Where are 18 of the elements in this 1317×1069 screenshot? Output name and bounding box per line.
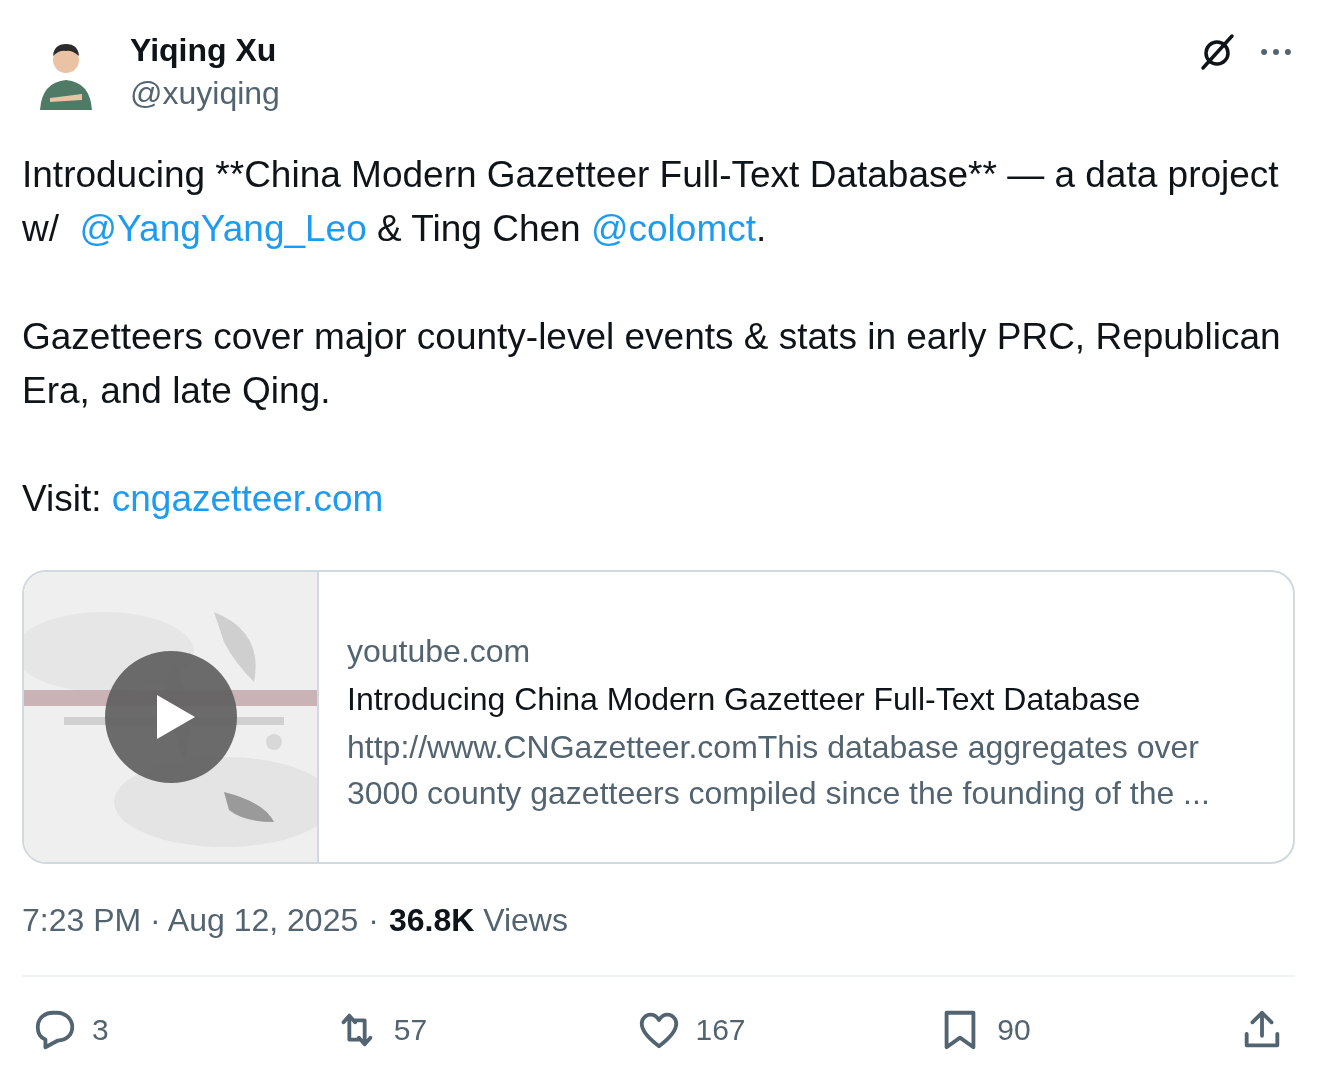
repost-button[interactable]: 57 bbox=[333, 1007, 544, 1053]
link-card[interactable]: youtube.com Introducing China Modern Gazetteer Full-Text Database http://www.CNGazetteer.comThis database aggregates over 3000 county gazetteers compiled since the founding of the ... bbox=[22, 570, 1295, 864]
more-icon[interactable] bbox=[1259, 46, 1293, 58]
tweet-text: Gazetteers cover major county-level events & stats in early PRC, Republican Era, and late Qing. bbox=[22, 315, 1282, 413]
tweet-text: Introducing **China Modern Gazetteer Full-Text Database** — a data project w/ @YangYang_Leo & Ting Chen @colomct. bbox=[22, 153, 1280, 251]
view-count: 36.8K Views bbox=[388, 902, 568, 939]
timestamp-link[interactable]: 7:23 PM · Aug 12, 2025 bbox=[22, 902, 359, 939]
like-button[interactable]: 167 bbox=[635, 1007, 846, 1053]
bookmark-button[interactable]: 90 bbox=[937, 1007, 1148, 1053]
card-domain: youtube.com bbox=[347, 632, 532, 671]
separator-dot: · bbox=[368, 902, 379, 939]
play-button[interactable] bbox=[105, 651, 237, 783]
author-handle[interactable]: @xuyiqing bbox=[130, 75, 280, 112]
tweet-text: Visit: cngazetteer.com bbox=[22, 477, 385, 521]
card-description: http://www.CNGazetteer.comThis database aggregates over 3000 county gazetteers compiled since the founding of the ... bbox=[347, 728, 1211, 813]
card-title: Introducing China Modern Gazetteer Full-Text Database bbox=[347, 680, 1142, 719]
reply-button[interactable]: 3 bbox=[32, 1007, 242, 1053]
author-name[interactable]: Yiqing Xu bbox=[130, 32, 280, 69]
